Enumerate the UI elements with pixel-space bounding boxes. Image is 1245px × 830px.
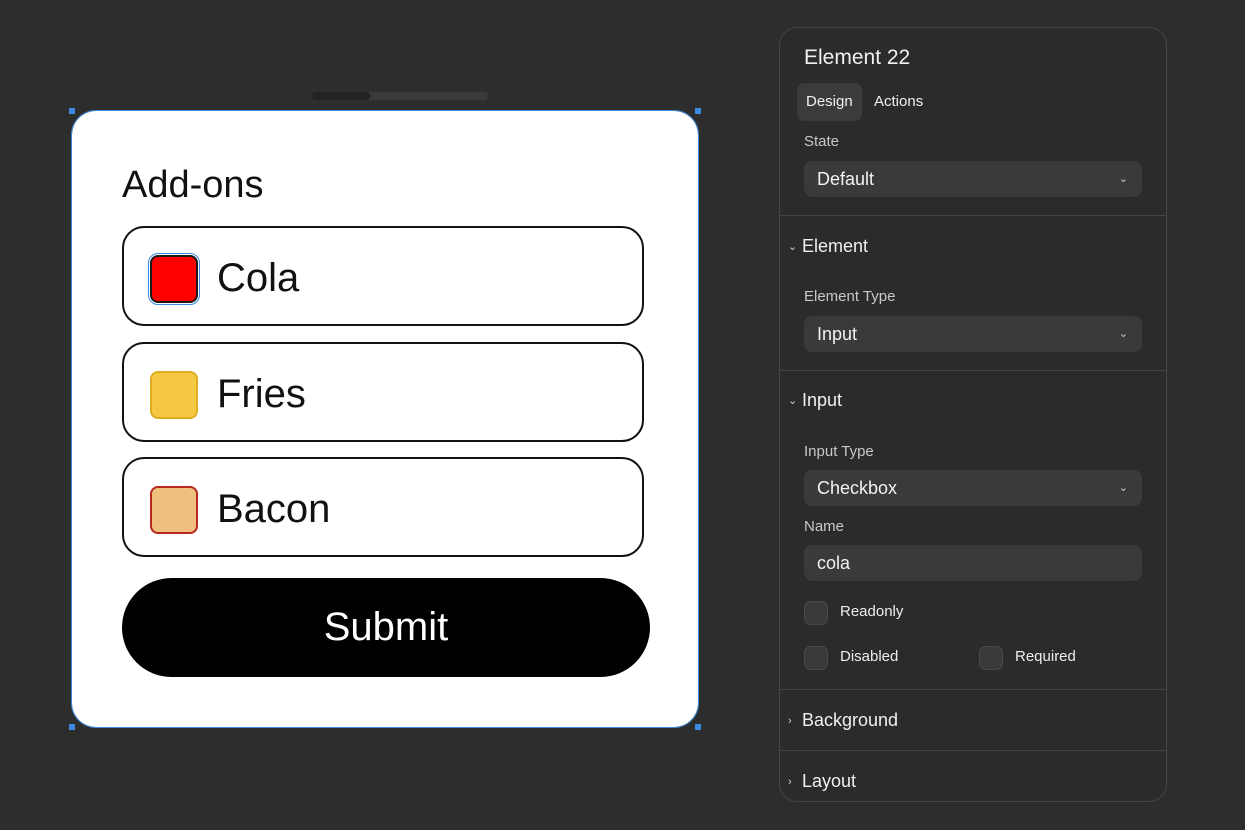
divider <box>780 370 1166 371</box>
option-label: Bacon <box>217 487 331 531</box>
selection-handle-top-right[interactable] <box>695 108 701 114</box>
divider <box>780 215 1166 216</box>
option-label: Cola <box>217 256 300 300</box>
chevron-down-icon: ⌄ <box>788 395 798 407</box>
submit-button[interactable]: Submit <box>122 578 650 677</box>
name-input[interactable]: cola <box>804 545 1142 581</box>
section-element-header[interactable]: ⌄ Element <box>788 236 868 257</box>
name-label: Name <box>804 518 845 535</box>
chevron-down-icon: ⌄ <box>1118 482 1128 494</box>
option-fries[interactable]: Fries <box>122 342 644 442</box>
state-select[interactable]: Default ⌄ <box>804 161 1142 197</box>
input-type-select[interactable]: Checkbox ⌄ <box>804 470 1142 506</box>
chevron-right-icon: › <box>788 776 792 788</box>
state-value: Default <box>817 169 875 189</box>
divider <box>780 750 1166 751</box>
state-label: State <box>804 133 840 150</box>
section-title: Input <box>802 390 843 410</box>
checkbox-label: Required <box>1015 648 1076 665</box>
option-cola[interactable]: Cola <box>122 226 644 326</box>
inspector-panel: Element 22 Design Actions State Default … <box>779 27 1167 802</box>
required-checkbox[interactable] <box>979 646 1003 670</box>
section-title: Element <box>802 236 869 256</box>
readonly-checkbox[interactable] <box>804 601 828 625</box>
chevron-down-icon: ⌄ <box>1118 173 1128 185</box>
name-value: cola <box>817 553 851 573</box>
section-input-header[interactable]: ⌄ Input <box>788 390 842 411</box>
canvas-frame-tab-handle[interactable] <box>312 92 370 100</box>
element-title: Element 22 <box>804 46 911 69</box>
tab-design[interactable]: Design <box>797 83 862 121</box>
divider <box>780 689 1166 690</box>
input-type-label: Input Type <box>804 443 874 460</box>
element-type-value: Input <box>817 324 858 344</box>
section-title: Layout <box>802 771 857 791</box>
option-bacon[interactable]: Bacon <box>122 457 644 557</box>
bacon-checkbox[interactable] <box>150 486 198 534</box>
selection-handle-top-left[interactable] <box>69 108 75 114</box>
section-layout-header[interactable]: › Layout <box>788 771 856 792</box>
element-type-label: Element Type <box>804 288 896 305</box>
canvas-frame-tab[interactable] <box>312 92 488 100</box>
option-label: Fries <box>217 372 306 416</box>
selection-handle-bottom-left[interactable] <box>69 724 75 730</box>
section-background-header[interactable]: › Background <box>788 710 898 731</box>
tab-actions[interactable]: Actions <box>865 83 932 121</box>
selection-handle-bottom-right[interactable] <box>695 724 701 730</box>
element-type-select[interactable]: Input ⌄ <box>804 316 1142 352</box>
chevron-down-icon: ⌄ <box>788 241 798 253</box>
addons-form-card[interactable]: Add-ons Cola Fries Bacon Submit <box>69 108 701 730</box>
cola-checkbox[interactable] <box>148 253 200 305</box>
input-type-value: Checkbox <box>817 478 898 498</box>
chevron-down-icon: ⌄ <box>1118 328 1128 340</box>
fries-checkbox[interactable] <box>150 371 198 419</box>
chevron-right-icon: › <box>788 715 792 727</box>
section-title: Background <box>802 710 899 730</box>
checkbox-label: Readonly <box>840 603 904 620</box>
checkbox-label: Disabled <box>840 648 899 665</box>
form-title: Add-ons <box>122 164 264 206</box>
disabled-checkbox[interactable] <box>804 646 828 670</box>
